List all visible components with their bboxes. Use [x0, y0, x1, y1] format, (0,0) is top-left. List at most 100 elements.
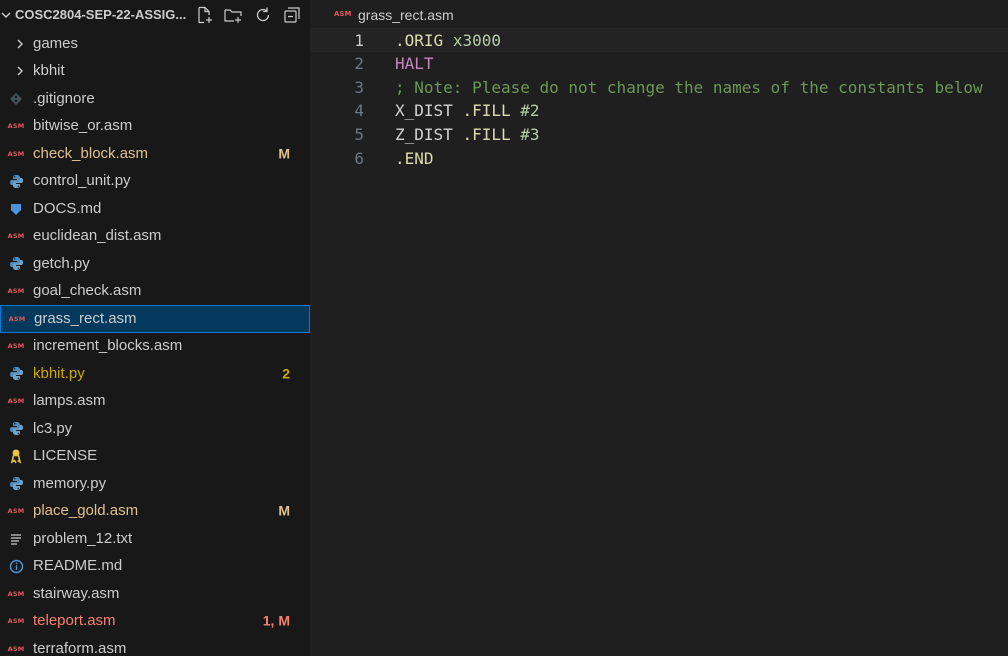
file-name: README.md: [33, 557, 123, 575]
file-item[interactable]: getch.py: [0, 250, 310, 278]
code-editor[interactable]: 1 .ORIG x3000 2 HALT 3 ; Note: Please do not …: [310, 28, 1008, 171]
status-badge: 1, M: [262, 612, 290, 629]
code-line[interactable]: 4 X_DIST .FILL #2: [310, 99, 1008, 123]
explorer-sidebar: COSC2804-SEP-22-ASSIG... games kbhit .giti…: [0, 0, 310, 656]
file-name: goal_check.asm: [33, 282, 142, 300]
file-list: games kbhit .gitignore ASM bitwise_or.asm ASM…: [0, 30, 310, 656]
file-item[interactable]: LICENSE: [0, 443, 310, 471]
code-text: X_DIST .FILL #2: [395, 101, 540, 120]
file-name: check_block.asm: [33, 144, 149, 162]
code-line[interactable]: 3 ; Note: Please do not change the names …: [310, 76, 1008, 100]
file-item[interactable]: .gitignore: [0, 85, 310, 113]
code-token: #3: [520, 125, 540, 145]
code-token: .END: [395, 148, 434, 168]
file-name: control_unit.py: [33, 172, 131, 190]
new-file-icon[interactable]: [194, 5, 214, 25]
file-name: stairway.asm: [33, 584, 120, 602]
file-item[interactable]: ASM increment_blocks.asm: [0, 333, 310, 361]
code-text: Z_DIST .FILL #3: [395, 125, 540, 144]
code-token: .FILL: [462, 125, 511, 145]
line-number: 6: [354, 148, 364, 168]
status-badge: 2: [282, 365, 290, 382]
file-name: place_gold.asm: [33, 502, 139, 520]
file-item[interactable]: problem_12.txt: [0, 525, 310, 553]
chevron-down-icon[interactable]: [0, 8, 12, 22]
code-token: .FILL: [462, 101, 511, 121]
line-number: 5: [354, 125, 364, 145]
license-icon: [8, 448, 24, 464]
file-item[interactable]: kbhit.py 2: [0, 360, 310, 388]
file-name: euclidean_dist.asm: [33, 227, 162, 245]
code-token: ; Note: Please do not change the names o…: [395, 77, 983, 97]
file-item[interactable]: ASM lamps.asm: [0, 388, 310, 416]
code-line[interactable]: 5 Z_DIST .FILL #3: [310, 123, 1008, 147]
asm-icon: ASM: [7, 342, 25, 351]
python-icon: [8, 366, 24, 382]
code-text: HALT: [395, 54, 434, 73]
python-icon: [8, 173, 24, 189]
file-item[interactable]: ASM teleport.asm 1, M: [0, 608, 310, 636]
asm-icon: ASM: [334, 10, 352, 18]
file-item[interactable]: DOCS.md: [0, 195, 310, 223]
file-item[interactable]: lc3.py: [0, 415, 310, 443]
python-icon: [8, 476, 24, 492]
project-title[interactable]: COSC2804-SEP-22-ASSIG...: [15, 7, 193, 22]
info-icon: [8, 558, 24, 574]
file-item[interactable]: ASM terraform.asm: [0, 635, 310, 656]
git-icon: [8, 91, 24, 107]
file-name: kbhit.py: [33, 364, 85, 382]
file-name: LICENSE: [33, 447, 98, 465]
code-text: .ORIG x3000: [395, 31, 501, 50]
code-token: Z_DIST: [395, 125, 463, 145]
line-number: 4: [354, 101, 364, 121]
code-line[interactable]: 1 .ORIG x3000: [310, 28, 1008, 52]
python-icon: [8, 256, 24, 272]
new-folder-icon[interactable]: [223, 5, 243, 25]
asm-icon: ASM: [7, 397, 25, 406]
asm-icon: ASM: [7, 617, 25, 626]
refresh-icon[interactable]: [253, 5, 273, 25]
folder-item[interactable]: games: [0, 30, 310, 58]
file-name: teleport.asm: [33, 612, 116, 630]
file-item[interactable]: ASM check_block.asm M: [0, 140, 310, 168]
file-item[interactable]: ASM place_gold.asm M: [0, 498, 310, 526]
status-badge: M: [278, 502, 290, 519]
file-name: lc3.py: [33, 419, 73, 437]
line-number: 1: [354, 31, 364, 50]
file-name: DOCS.md: [33, 199, 102, 217]
file-item[interactable]: ASM bitwise_or.asm: [0, 113, 310, 141]
code-token: #2: [520, 101, 540, 121]
line-number: 3: [354, 77, 364, 97]
file-name: memory.py: [33, 474, 107, 492]
file-name: lamps.asm: [33, 392, 106, 410]
tab-title: grass_rect.asm: [358, 7, 454, 23]
folder-item[interactable]: kbhit: [0, 58, 310, 86]
code-line[interactable]: 2 HALT: [310, 52, 1008, 76]
file-item[interactable]: memory.py: [0, 470, 310, 498]
markdown-download-icon: [8, 201, 24, 217]
chevron-right-icon: [12, 36, 28, 52]
tab-grass-rect[interactable]: ASM grass_rect.asm: [310, 0, 1008, 30]
code-token: X_DIST: [395, 101, 463, 121]
file-name: games: [33, 34, 79, 52]
collapse-all-icon[interactable]: [282, 5, 302, 25]
line-number: 2: [354, 53, 364, 73]
code-line[interactable]: 6 .END: [310, 147, 1008, 171]
file-name: bitwise_or.asm: [33, 117, 133, 135]
file-name: problem_12.txt: [33, 529, 133, 547]
file-item[interactable]: ASM goal_check.asm: [0, 278, 310, 306]
code-token: x3000: [452, 31, 501, 50]
asm-icon: ASM: [7, 287, 25, 296]
text-lines-icon: [8, 531, 24, 547]
file-item[interactable]: ASM stairway.asm: [0, 580, 310, 608]
code-text: ; Note: Please do not change the names o…: [395, 78, 983, 97]
file-name: terraform.asm: [33, 639, 127, 656]
file-item[interactable]: control_unit.py: [0, 168, 310, 196]
file-item[interactable]: ASM euclidean_dist.asm: [0, 223, 310, 251]
code-token: .ORIG: [395, 31, 444, 50]
file-item[interactable]: README.md: [0, 553, 310, 581]
file-item[interactable]: ASM grass_rect.asm: [0, 305, 310, 333]
